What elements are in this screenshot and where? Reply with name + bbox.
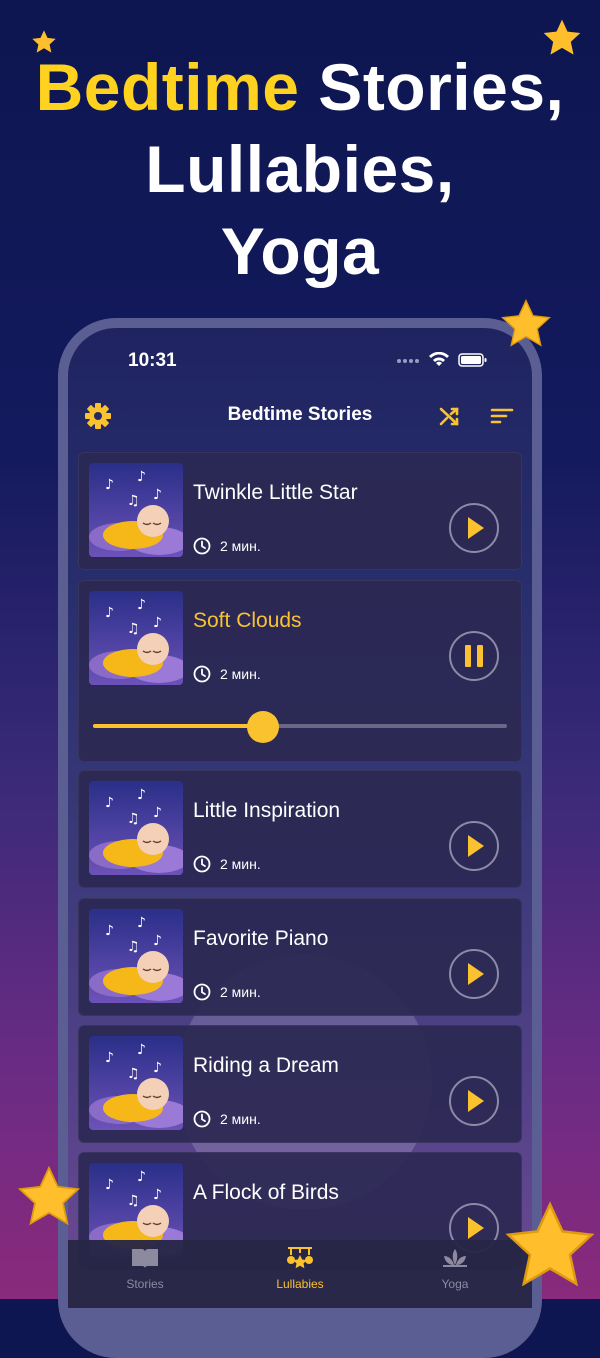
promo-headline: Bedtime Stories, Lullabies, Yoga: [0, 46, 600, 292]
play-icon: [468, 1090, 484, 1112]
clock-icon: [193, 855, 211, 873]
track-card[interactable]: ♪ ♪ ♫ ♪ Favorite Piano 2 мин.: [78, 898, 522, 1016]
play-icon: [468, 835, 484, 857]
track-title: Twinkle Little Star: [193, 481, 358, 504]
playback-slider[interactable]: [93, 711, 507, 743]
track-duration: 2 мин.: [193, 983, 261, 1001]
tab-stories[interactable]: Stories: [68, 1246, 222, 1291]
svg-text:♪: ♪: [137, 1042, 146, 1058]
play-button[interactable]: [449, 1076, 499, 1126]
track-card[interactable]: ♪ ♪ ♫ ♪ Twinkle Little Star 2 мин.: [78, 452, 522, 570]
star-icon: [543, 19, 581, 55]
star-icon: [32, 30, 56, 53]
track-duration: 2 мин.: [193, 855, 261, 873]
track-title: Favorite Piano: [193, 927, 329, 950]
svg-text:♫: ♫: [127, 621, 140, 637]
track-duration: 2 мин.: [193, 537, 261, 555]
play-button[interactable]: [449, 949, 499, 999]
svg-text:♪: ♪: [137, 787, 146, 803]
svg-text:♪: ♪: [105, 1050, 114, 1066]
svg-text:♫: ♫: [127, 1066, 140, 1082]
track-title: Soft Clouds: [193, 609, 302, 632]
play-button[interactable]: [449, 503, 499, 553]
svg-text:♪: ♪: [137, 469, 146, 485]
pause-button[interactable]: [449, 631, 499, 681]
svg-text:♪: ♪: [105, 923, 114, 939]
svg-text:♪: ♪: [105, 1177, 114, 1193]
play-button[interactable]: [449, 821, 499, 871]
track-card[interactable]: ♪ ♪ ♫ ♪ Little Inspiration 2 мин.: [78, 770, 522, 888]
sort-icon[interactable]: [486, 400, 518, 432]
wifi-icon: [429, 352, 449, 366]
svg-text:♪: ♪: [105, 477, 114, 493]
star-icon: [17, 1165, 81, 1226]
track-title: A Flock of Birds: [193, 1181, 339, 1204]
shuffle-icon[interactable]: [434, 400, 466, 432]
track-duration: 2 мин.: [193, 1110, 261, 1128]
track-duration-text: 2 мин.: [220, 1111, 261, 1127]
tab-bar: Stories Lullabies Yoga: [68, 1240, 532, 1308]
svg-text:♫: ♫: [127, 493, 140, 509]
svg-text:♪: ♪: [153, 1060, 162, 1076]
status-bar: 10:31: [68, 328, 532, 388]
headline-highlight: Bedtime: [35, 50, 300, 124]
svg-text:♪: ♪: [137, 597, 146, 613]
clock-icon: [193, 1110, 211, 1128]
track-artwork: ♪ ♪ ♫ ♪: [89, 1036, 183, 1130]
status-time: 10:31: [128, 350, 177, 371]
track-artwork: ♪ ♪ ♫ ♪: [89, 781, 183, 875]
tab-lullabies[interactable]: Lullabies: [223, 1246, 377, 1291]
track-artwork: ♪ ♪ ♫ ♪: [89, 463, 183, 557]
nav-bar: Bedtime Stories: [68, 394, 532, 438]
star-icon: [505, 1201, 595, 1287]
play-icon: [468, 963, 484, 985]
signal-icon: [397, 359, 419, 363]
book-icon: [132, 1249, 158, 1268]
clock-icon: [193, 983, 211, 1001]
clock-icon: [193, 665, 211, 683]
track-artwork: ♪ ♪ ♫ ♪: [89, 909, 183, 1003]
svg-text:♪: ♪: [105, 605, 114, 621]
track-title: Riding a Dream: [193, 1054, 339, 1077]
svg-text:♫: ♫: [127, 1193, 140, 1209]
play-icon: [468, 517, 484, 539]
track-duration: 2 мин.: [193, 665, 261, 683]
track-duration-text: 2 мин.: [220, 984, 261, 1000]
battery-icon: [458, 353, 487, 367]
track-card[interactable]: ♪ ♪ ♫ ♪ Soft Clouds 2 мин.: [78, 580, 522, 762]
svg-text:♪: ♪: [153, 933, 162, 949]
track-duration-text: 2 мин.: [220, 666, 261, 682]
crib-mobile-icon: [287, 1247, 313, 1269]
svg-text:♫: ♫: [127, 939, 140, 955]
app-screen: 10:31 Bedtime Stories ♪ ♪ ♫ ♪ Twinkle Littl: [68, 328, 532, 1308]
svg-text:♪: ♪: [153, 487, 162, 503]
lotus-icon: [443, 1249, 467, 1267]
track-card[interactable]: ♪ ♪ ♫ ♪ Riding a Dream 2 мин.: [78, 1025, 522, 1143]
svg-text:♪: ♪: [153, 1187, 162, 1203]
track-artwork: ♪ ♪ ♫ ♪: [89, 591, 183, 685]
pause-icon: [465, 645, 483, 667]
svg-text:♫: ♫: [127, 811, 140, 827]
clock-icon: [193, 537, 211, 555]
headline-line3: Yoga: [220, 214, 380, 288]
svg-text:♪: ♪: [137, 1169, 146, 1185]
star-icon: [501, 298, 551, 347]
track-duration-text: 2 мин.: [220, 538, 261, 554]
slider-thumb[interactable]: [247, 711, 279, 743]
svg-text:♪: ♪: [137, 915, 146, 931]
headline-line2: Lullabies,: [145, 132, 455, 206]
track-title: Little Inspiration: [193, 799, 341, 822]
svg-text:♪: ♪: [105, 795, 114, 811]
track-duration-text: 2 мин.: [220, 856, 261, 872]
svg-text:♪: ♪: [153, 615, 162, 631]
headline-line1: Stories,: [299, 50, 565, 124]
svg-text:♪: ♪: [153, 805, 162, 821]
slider-fill: [93, 724, 263, 728]
